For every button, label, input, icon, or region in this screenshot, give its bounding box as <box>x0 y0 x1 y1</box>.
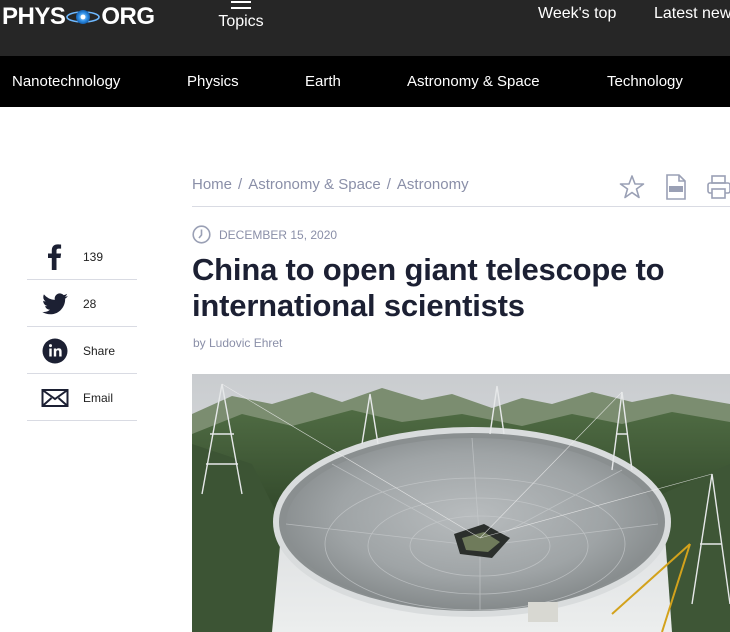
share-panel: 139 28 Share Email <box>27 233 137 421</box>
top-bar: PHYS ORG Topics Week's top Latest new <box>0 0 730 56</box>
article-date-text: DECEMBER 15, 2020 <box>219 227 338 242</box>
hamburger-icon <box>231 0 251 9</box>
breadcrumb-home[interactable]: Home <box>192 176 232 193</box>
share-twitter[interactable]: 28 <box>27 280 137 327</box>
facebook-icon <box>41 243 69 271</box>
twitter-count: 28 <box>83 297 97 311</box>
article-title-line-2: international scientists <box>192 288 525 323</box>
topics-label: Topics <box>218 13 264 30</box>
pdf-icon[interactable] <box>665 174 687 205</box>
article-title: China to open giant telescope to interna… <box>192 252 722 324</box>
twitter-icon <box>41 290 69 318</box>
nav-technology[interactable]: Technology <box>607 73 683 90</box>
linkedin-icon <box>41 337 69 365</box>
article-photo[interactable] <box>192 374 730 632</box>
share-facebook[interactable]: 139 <box>27 233 137 280</box>
nav-astronomy-space[interactable]: Astronomy & Space <box>407 73 540 90</box>
telescope-photo-illustration <box>192 374 730 632</box>
logo-text-left: PHYS <box>2 3 66 30</box>
topics-menu-button[interactable]: Topics <box>212 0 270 31</box>
globe-icon <box>66 2 101 32</box>
breadcrumb-divider <box>192 206 730 207</box>
nav-physics[interactable]: Physics <box>187 73 239 90</box>
share-linkedin[interactable]: Share <box>27 327 137 374</box>
article-author[interactable]: by Ludovic Ehret <box>193 336 282 350</box>
email-label: Email <box>83 391 114 405</box>
weeks-top-link[interactable]: Week's top <box>538 5 616 23</box>
breadcrumb-astronomy[interactable]: Astronomy <box>397 176 469 193</box>
logo-text-right: ORG <box>101 3 155 30</box>
share-email[interactable]: Email <box>27 374 137 421</box>
clock-icon <box>192 225 211 244</box>
category-nav: Nanotechnology Physics Earth Astronomy &… <box>0 56 730 107</box>
article-title-line-1: China to open giant telescope to <box>192 252 665 287</box>
nav-nanotechnology[interactable]: Nanotechnology <box>12 73 120 90</box>
print-icon[interactable] <box>707 174 730 205</box>
email-icon <box>41 384 69 412</box>
linkedin-share-label: Share <box>83 344 116 358</box>
nav-earth[interactable]: Earth <box>305 73 341 90</box>
bookmark-star-icon[interactable] <box>619 174 645 205</box>
article-date: DECEMBER 15, 2020 <box>192 225 337 244</box>
breadcrumb-separator: / <box>238 176 243 193</box>
breadcrumb-astronomy-space[interactable]: Astronomy & Space <box>248 176 381 193</box>
facebook-count: 139 <box>83 250 104 264</box>
breadcrumb: Home / Astronomy & Space / Astronomy <box>192 176 469 193</box>
latest-news-link[interactable]: Latest new <box>654 5 730 23</box>
site-logo[interactable]: PHYS ORG <box>2 2 155 32</box>
breadcrumb-separator: / <box>386 176 391 193</box>
